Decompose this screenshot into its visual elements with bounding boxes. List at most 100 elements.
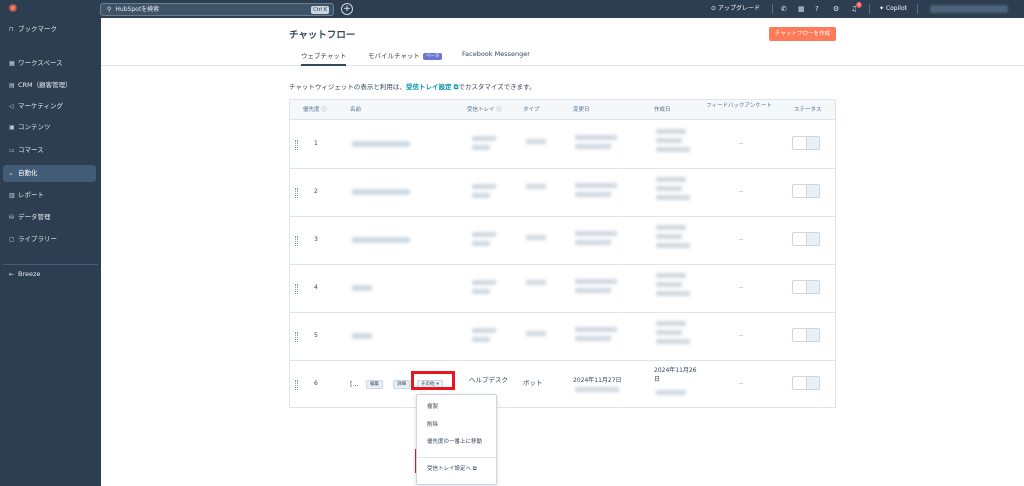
sidebar-item-marketing[interactable]: ◁ マーケティング [3,98,96,115]
column-header-name[interactable]: 名前 [350,100,361,120]
marketplace-icon[interactable]: ▦ [798,3,805,15]
table-row: 4 -- [290,265,835,313]
drag-handle-icon[interactable] [295,332,298,342]
sidebar-item-label: CRM（顧客管理） [18,81,72,89]
sidebar-item-data-management[interactable]: ⛁ データ管理 [3,209,96,226]
delete-menu-item[interactable]: 削除 [427,420,438,428]
blurred-inbox [472,337,490,342]
tab-web-chat[interactable]: ウェブチャット [301,50,347,66]
inbox-settings-link[interactable]: 受信トレイ設定 [406,83,452,91]
tab-facebook-messenger[interactable]: Facebook Messenger [462,50,530,66]
status-toggle[interactable] [792,184,820,198]
blurred-modified [575,288,611,293]
sidebar-item-workspace[interactable]: ▦ ワークスペース [3,55,96,72]
create-chatflow-button[interactable]: チャットフローを作成 [769,27,836,41]
drag-handle-icon[interactable] [295,284,298,294]
sidebar-item-library[interactable]: ▢ ライブラリー [3,231,96,248]
marketing-icon: ◁ [9,103,14,110]
move-to-top-menu-item[interactable]: 優先度の一番上に移動 [427,437,482,445]
column-header-status[interactable]: ステータス [794,100,822,120]
phone-icon[interactable]: ✆ [781,3,787,15]
blurred-created [656,291,690,296]
tab-label: Facebook Messenger [462,50,530,58]
status-toggle[interactable] [792,280,820,294]
tab-mobile-chat[interactable]: モバイルチャット ベータ [368,50,443,66]
notification-badge: 4 [856,2,862,8]
sidebar-item-content[interactable]: ▣ コンテンツ [3,119,96,136]
sidebar-item-breeze[interactable]: ⇤ Breeze [3,266,96,283]
main-content: チャットフロー チャットフローを作成 ウェブチャット モバイルチャット ベータ F… [101,18,1024,486]
upgrade-button[interactable]: ⊙ アップグレード [711,3,760,15]
priority-value: 5 [314,332,318,339]
blurred-inbox [472,289,490,294]
settings-gear-icon[interactable]: ⚙ [833,3,839,15]
blurred-type [526,184,546,189]
sidebar-item-label: コンテンツ [18,123,51,131]
sidebar-item-reports[interactable]: ▥ レポート [3,187,96,204]
sidebar-item-crm[interactable]: ▤ CRM（顧客管理） [3,77,96,94]
toggle-knob [806,185,819,197]
blurred-inbox [472,184,496,189]
blurred-inbox [472,136,496,141]
blurred-modified-time [575,387,619,392]
copilot-label: Copilot [885,5,907,12]
copilot-sparkle-icon: ✦ [879,5,886,12]
blurred-created [656,225,686,230]
quick-create-button[interactable]: + [341,3,353,15]
data-management-icon: ⛁ [9,214,15,221]
sidebar-item-label: 自動化 [18,169,38,177]
tab-label: モバイルチャット [368,52,420,60]
sidebar-item-automation[interactable]: ⟑ 自動化 [3,165,96,182]
blurred-created [656,321,686,326]
search-placeholder: HubSpotを検索 [115,6,160,13]
external-link-icon: ⧉ [471,466,477,472]
hubspot-logo-icon[interactable]: ✺ [7,3,19,15]
upgrade-icon: ⊙ [711,5,718,12]
page-description: チャットウィジェットの表示と利用は、受信トレイ設定 ⧉でカスタマイズできます。 [289,81,536,92]
column-header-feedback-survey[interactable]: フィードバックアンケート [704,103,774,110]
blurred-created [656,339,690,344]
drag-handle-icon[interactable] [295,140,298,150]
column-header-priority[interactable]: 優先度 ⓘ [303,100,327,120]
blurred-created [656,186,682,191]
table-row: 2 -- [290,169,835,217]
drag-handle-icon[interactable] [295,188,298,198]
drag-handle-icon[interactable] [295,380,298,390]
status-toggle[interactable] [792,376,820,390]
status-toggle[interactable] [792,328,820,342]
status-toggle[interactable] [792,232,820,246]
blurred-modified [575,231,617,236]
table-row: 6 [... 編集 詳細 その他 ▾ ヘルプデスク ボット 2024年11月27日 2024年11… [290,361,835,409]
blurred-created [656,177,686,182]
chatflow-name[interactable]: [... [350,380,359,389]
details-button[interactable]: 詳細 [393,380,410,389]
status-toggle[interactable] [792,136,820,150]
sidebar-item-bookmark[interactable]: ⊓ ブックマーク [3,21,96,38]
column-header-type[interactable]: タイプ [523,100,540,120]
blurred-inbox [472,193,490,198]
blurred-modified [575,327,617,332]
help-icon[interactable]: ? [815,3,819,15]
sidebar-item-commerce[interactable]: ▭ コマース [3,142,96,159]
column-header-inbox[interactable]: 受信トレイ ⓘ [467,100,502,120]
blurred-modified [575,279,617,284]
blurred-modified [575,183,617,188]
left-sidebar: ⊓ ブックマーク ▦ ワークスペース ▤ CRM（顧客管理） ◁ マーケティング ▣ コンテンツ ▭… [0,18,101,486]
global-search-input[interactable]: ⚲ HubSpotを検索 Ctrl K [100,3,334,16]
account-menu-blurred[interactable] [930,5,1008,13]
column-header-modified[interactable]: 変更日 [573,100,590,120]
duplicate-menu-item[interactable]: 複製 [427,402,438,410]
toggle-knob [806,281,819,293]
column-header-created[interactable]: 作成日 [654,100,671,120]
edit-button[interactable]: 編集 [366,380,383,389]
copilot-button[interactable]: ✦ Copilot [879,3,907,15]
blurred-modified [575,240,611,245]
drag-handle-icon[interactable] [295,236,298,246]
breeze-icon: ⇤ [9,271,15,278]
topbar-divider [869,4,870,14]
blurred-name [352,237,410,243]
table-row: 5 -- [290,313,835,361]
chatflow-type: ボット [523,379,543,387]
inbox-settings-menu-item[interactable]: 受信トレイ設定へ ⧉ [427,464,477,473]
menu-item-label: 受信トレイ設定へ [427,466,472,472]
